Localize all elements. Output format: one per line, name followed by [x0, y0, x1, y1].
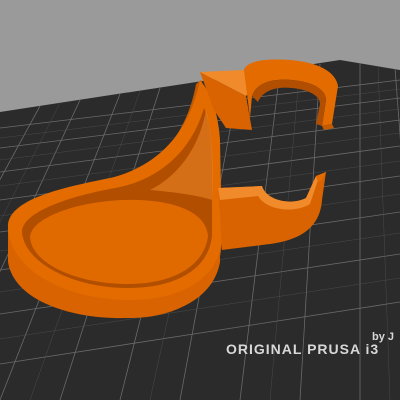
bed-brand-label: ORIGINAL PRUSA i3 [226, 341, 379, 357]
scene-canvas[interactable]: ORIGINAL PRUSA i3 by J [0, 0, 400, 400]
3d-viewport[interactable]: ORIGINAL PRUSA i3 by J [0, 0, 400, 400]
bed-byline-label: by J [372, 331, 394, 343]
